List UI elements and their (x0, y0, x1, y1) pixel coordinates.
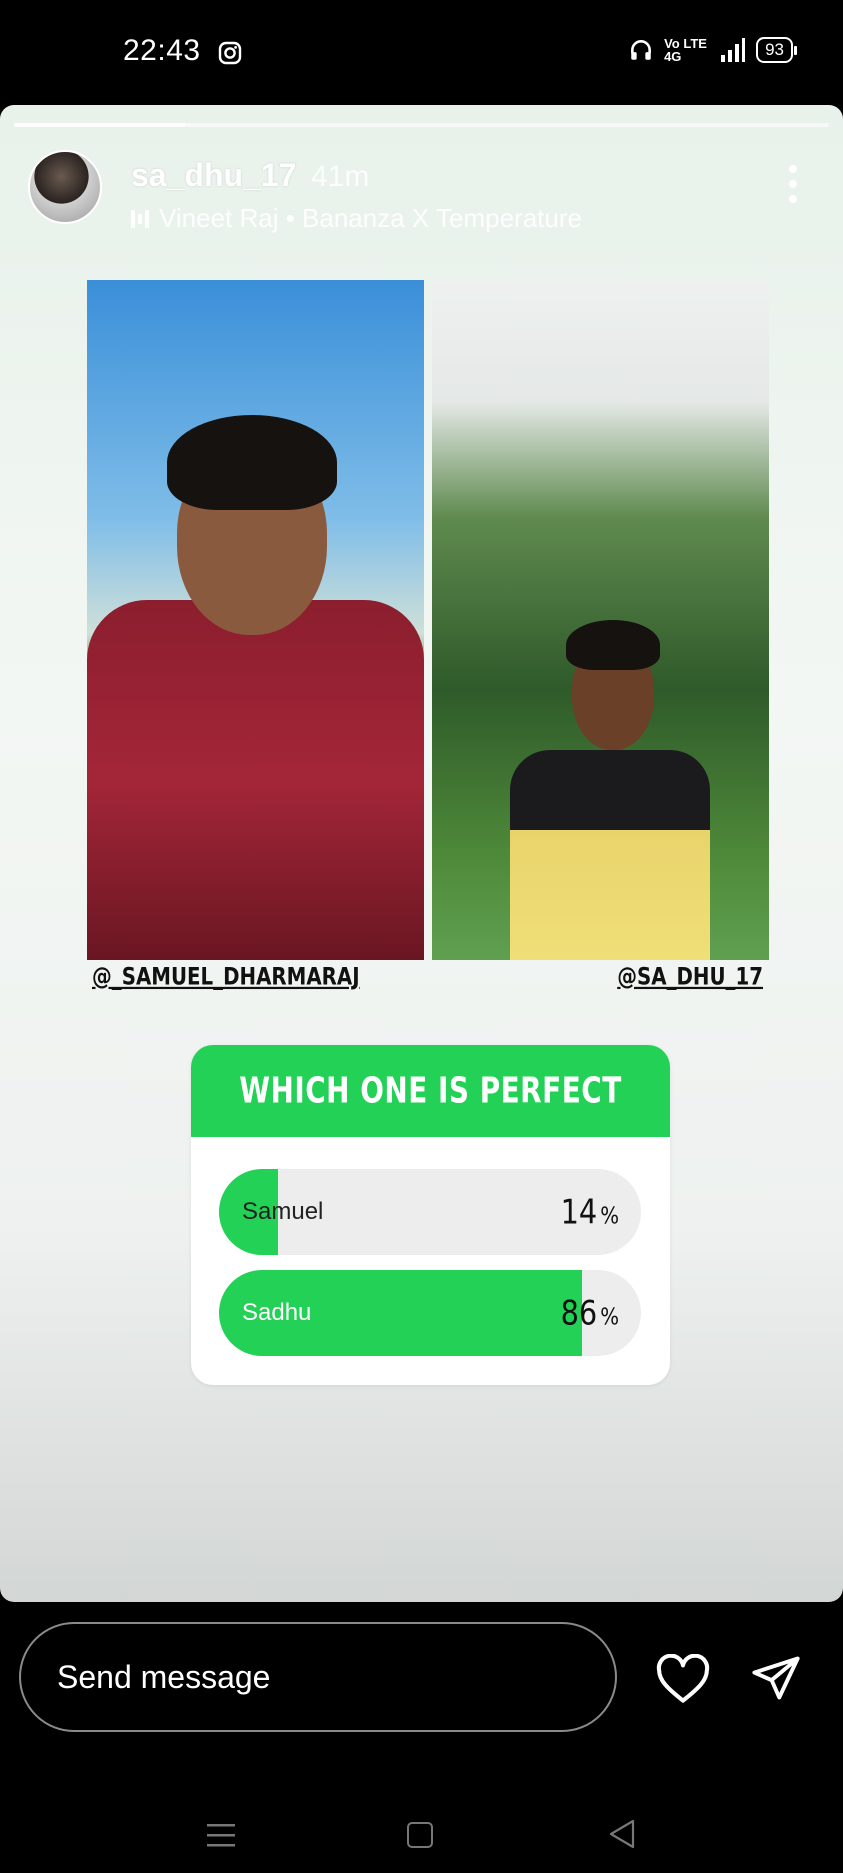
story-time-ago: 41m (311, 160, 370, 193)
music-title: Vineet Raj • Bananza X Temperature (159, 203, 582, 233)
music-bars-icon (131, 208, 149, 230)
send-icon[interactable] (748, 1652, 804, 1704)
poll-option-label: Samuel (242, 1198, 324, 1225)
more-options-icon[interactable] (789, 165, 797, 203)
story-username[interactable]: sa_dhu_17 (131, 157, 296, 194)
android-nav-bar (0, 1772, 843, 1873)
reply-bar (0, 1602, 843, 1772)
battery-level: 93 (756, 37, 797, 63)
status-time: 22:43 (123, 34, 201, 67)
network-label: Vo LTE 4G (664, 36, 707, 64)
poll-option-sadhu[interactable]: Sadhu 86% (219, 1270, 641, 1356)
poll-option-percent: 86% (560, 1292, 619, 1333)
signal-icon (721, 38, 746, 62)
heart-icon[interactable] (655, 1654, 711, 1704)
poll-question: WHICH ONE IS PERFECT (239, 1070, 622, 1112)
photo-right (432, 280, 769, 960)
music-attribution[interactable]: Vineet Raj • Bananza X Temperature (131, 203, 582, 234)
story-progress-bar (14, 123, 829, 127)
poll-header: WHICH ONE IS PERFECT (191, 1045, 670, 1137)
poll-option-label: Sadhu (242, 1299, 312, 1326)
instagram-icon (218, 41, 242, 65)
status-bar: 22:43 Vo LTE 4G 93 (0, 0, 843, 105)
system-icons: Vo LTE 4G 93 (628, 36, 797, 64)
photo-left (87, 280, 424, 960)
home-icon[interactable] (407, 1822, 433, 1848)
poll-option-percent: 14% (560, 1191, 619, 1232)
recent-apps-icon[interactable] (206, 1822, 236, 1848)
story-progress-fill (14, 123, 186, 127)
headphones-icon (631, 40, 652, 60)
poll-sticker: WHICH ONE IS PERFECT Samuel 14% Sadhu 86… (191, 1045, 670, 1385)
avatar[interactable] (28, 150, 102, 224)
send-message-input[interactable] (19, 1622, 617, 1732)
back-icon[interactable] (608, 1819, 636, 1849)
story-viewer[interactable]: sa_dhu_17 41m Vineet Raj • Bananza X Tem… (0, 105, 843, 1602)
mention-tag-right[interactable]: @SA_DHU_17 (617, 964, 763, 992)
mention-tag-left[interactable]: @_SAMUEL_DHARMARAJ (92, 964, 360, 992)
poll-option-samuel[interactable]: Samuel 14% (219, 1169, 641, 1255)
